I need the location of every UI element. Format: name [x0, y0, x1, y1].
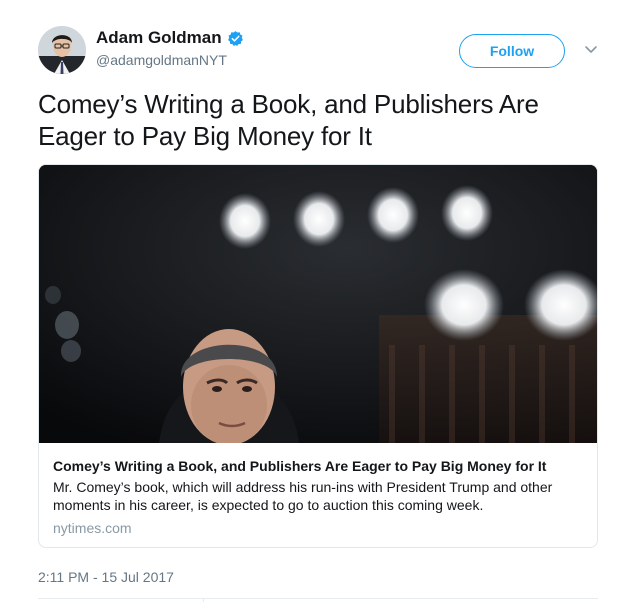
display-name[interactable]: Adam Goldman — [96, 28, 222, 48]
card-description: Mr. Comey’s book, which will address his… — [53, 479, 553, 513]
follow-button[interactable]: Follow — [459, 34, 565, 68]
photo-hearing-room-portrait-icon — [39, 165, 597, 443]
card-body: Comey’s Writing a Book, and Publishers A… — [39, 444, 597, 547]
card-image — [39, 165, 597, 443]
avatar[interactable] — [38, 26, 86, 74]
card-domain: nytimes.com — [53, 520, 132, 536]
verified-badge-icon — [227, 30, 244, 47]
person-portrait-avatar-icon — [38, 26, 86, 74]
tweet: Adam Goldman @adamgoldmanNYT Follow Come… — [0, 0, 640, 602]
tweet-timestamp[interactable]: 2:11 PM - 15 Jul 2017 — [38, 569, 174, 585]
username-handle[interactable]: @adamgoldmanNYT — [96, 52, 227, 68]
tweet-text: Comey’s Writing a Book, and Publishers A… — [38, 89, 539, 151]
chevron-down-icon[interactable] — [581, 40, 601, 60]
tweet-header: Adam Goldman @adamgoldmanNYT Follow — [38, 26, 608, 78]
divider-tick — [203, 598, 204, 602]
name-row: Adam Goldman — [96, 28, 244, 48]
link-card[interactable]: Comey’s Writing a Book, and Publishers A… — [38, 164, 598, 548]
divider — [38, 598, 598, 599]
card-title: Comey’s Writing a Book, and Publishers A… — [53, 458, 547, 474]
